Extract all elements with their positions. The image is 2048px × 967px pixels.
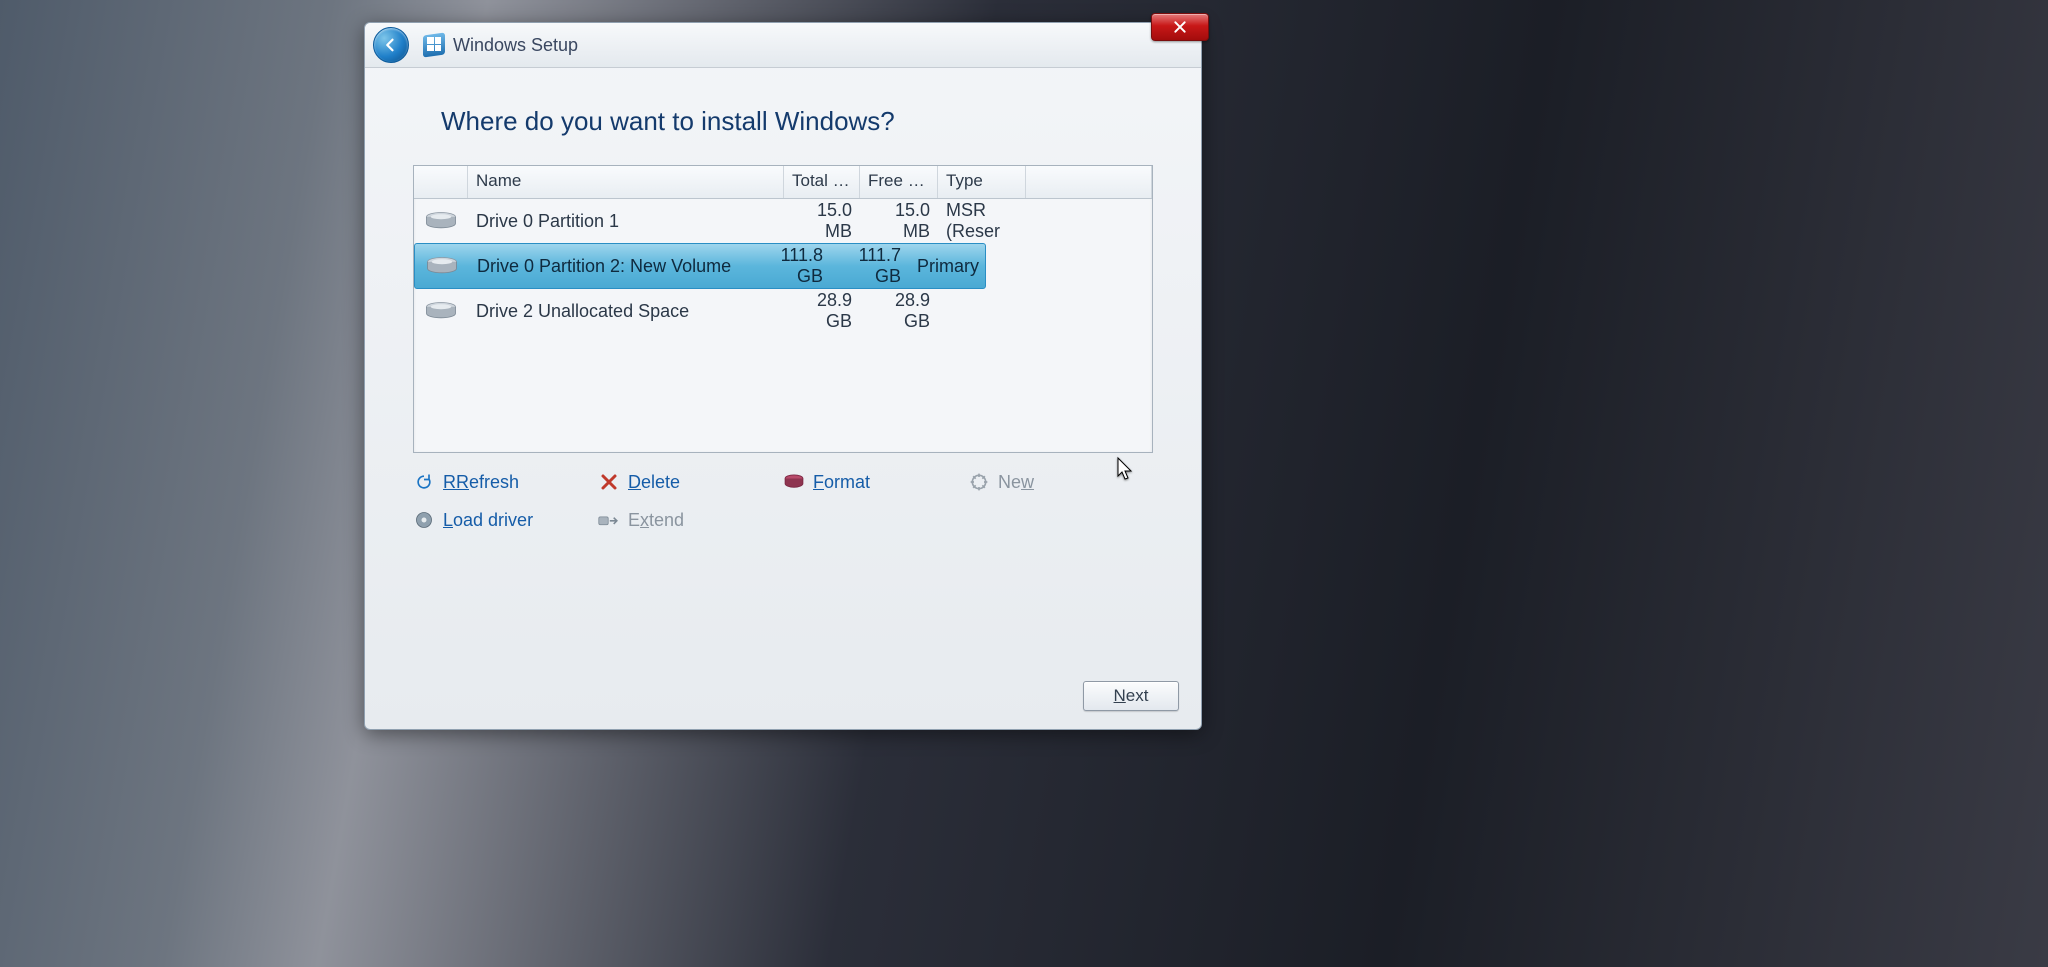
refresh-icon (413, 471, 435, 493)
close-icon (1172, 19, 1188, 35)
load-driver-icon (413, 509, 435, 531)
format-action[interactable]: Format (783, 471, 968, 493)
content-area: Where do you want to install Windows? Na… (365, 68, 1201, 531)
partition-total: 15.0 MB (784, 200, 860, 242)
partition-total: 111.8 GB (755, 245, 831, 287)
back-button[interactable] (373, 27, 409, 63)
refresh-action[interactable]: RRefresh (413, 471, 598, 493)
titlebar: Windows Setup (365, 23, 1201, 68)
format-icon (783, 471, 805, 493)
footer: Next (1083, 681, 1179, 711)
drive-icon (424, 300, 458, 322)
windows-setup-icon (423, 34, 445, 56)
close-button[interactable] (1151, 13, 1209, 41)
partition-free: 28.9 GB (860, 290, 938, 332)
partition-name: Drive 0 Partition 2: New Volume (469, 256, 755, 277)
col-free-space[interactable]: Free spa... (860, 166, 938, 198)
drive-icon (424, 210, 458, 232)
partition-type: MSR (Reser (938, 200, 1026, 242)
partition-row[interactable]: Drive 0 Partition 1 15.0 MB 15.0 MB MSR … (414, 199, 1152, 243)
partition-total: 28.9 GB (784, 290, 860, 332)
partition-free: 111.7 GB (831, 245, 909, 287)
load-driver-action[interactable]: Load driver (413, 509, 598, 531)
partition-free: 15.0 MB (860, 200, 938, 242)
page-title: Where do you want to install Windows? (441, 106, 1153, 137)
new-icon (968, 471, 990, 493)
partition-type: Primary (909, 256, 969, 277)
drive-actions: RRefresh Delete Format New (413, 471, 1153, 531)
col-name[interactable]: Name (468, 166, 784, 198)
col-total-size[interactable]: Total size (784, 166, 860, 198)
new-action[interactable]: New (968, 471, 1153, 493)
next-button[interactable]: Next (1083, 681, 1179, 711)
window-title: Windows Setup (453, 35, 578, 56)
action-label: RRefresh (443, 472, 519, 493)
partition-row[interactable]: Drive 2 Unallocated Space 28.9 GB 28.9 G… (414, 289, 1152, 333)
delete-action[interactable]: Delete (598, 471, 783, 493)
action-label: Format (813, 472, 870, 493)
partition-name: Drive 2 Unallocated Space (468, 301, 784, 322)
action-label: New (998, 472, 1034, 493)
col-type[interactable]: Type (938, 166, 1026, 198)
partition-name: Drive 0 Partition 1 (468, 211, 784, 232)
setup-window: Windows Setup Where do you want to insta… (364, 22, 1202, 730)
delete-icon (598, 471, 620, 493)
extend-action[interactable]: Extend (598, 509, 783, 531)
action-label: Load driver (443, 510, 533, 531)
back-arrow-icon (382, 36, 400, 54)
action-label: Delete (628, 472, 680, 493)
column-headers: Name Total size Free spa... Type (414, 166, 1152, 199)
extend-icon (598, 509, 620, 531)
drive-icon (425, 255, 459, 277)
next-label: Next (1114, 686, 1149, 705)
partition-row-selected[interactable]: Drive 0 Partition 2: New Volume 111.8 GB… (414, 243, 986, 289)
action-label: Extend (628, 510, 684, 531)
partition-list[interactable]: Name Total size Free spa... Type Drive 0… (413, 165, 1153, 453)
